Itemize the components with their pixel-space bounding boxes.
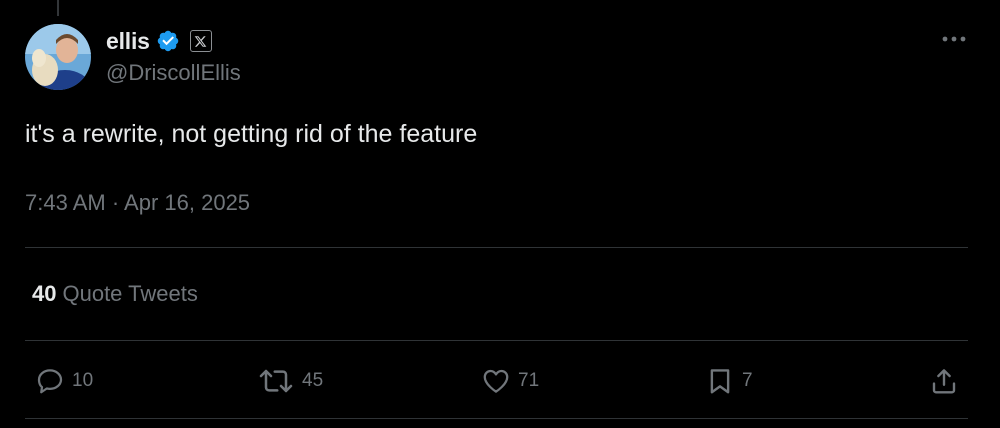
- verified-badge-icon: [157, 30, 179, 52]
- quote-tweets-count: 40: [32, 281, 57, 306]
- author-display-name[interactable]: ellis: [106, 28, 150, 55]
- quote-tweets-link[interactable]: 40 Quote Tweets: [32, 281, 198, 307]
- thread-connector-line: [57, 0, 59, 16]
- reply-icon: [37, 369, 63, 394]
- retweet-icon: [259, 369, 293, 393]
- bookmark-count: 7: [742, 370, 753, 391]
- share-button[interactable]: [928, 366, 960, 396]
- share-icon: [932, 369, 956, 394]
- divider: [25, 340, 968, 341]
- reply-button[interactable]: 10: [34, 366, 93, 396]
- avatar-image: [25, 24, 91, 90]
- divider: [25, 247, 968, 248]
- x-logo-icon: [189, 30, 212, 52]
- bookmark-button[interactable]: 7: [704, 366, 753, 396]
- tweet-text: it's a rewrite, not getting rid of the f…: [25, 120, 478, 148]
- avatar[interactable]: [25, 24, 91, 90]
- like-count: 71: [518, 370, 540, 391]
- author-name-row: ellis: [106, 26, 212, 56]
- divider: [25, 418, 968, 419]
- author-handle[interactable]: @DriscollEllis: [106, 60, 241, 86]
- tweet-timestamp[interactable]: 7:43 AM · Apr 16, 2025: [25, 190, 250, 216]
- like-button[interactable]: 71: [480, 366, 539, 396]
- heart-icon: [483, 369, 509, 393]
- reply-count: 10: [72, 370, 94, 391]
- more-icon[interactable]: [941, 34, 967, 44]
- retweet-count: 45: [302, 370, 324, 391]
- quote-tweets-label: Quote Tweets: [62, 281, 198, 306]
- retweet-button[interactable]: 45: [256, 366, 323, 396]
- bookmark-icon: [710, 369, 730, 394]
